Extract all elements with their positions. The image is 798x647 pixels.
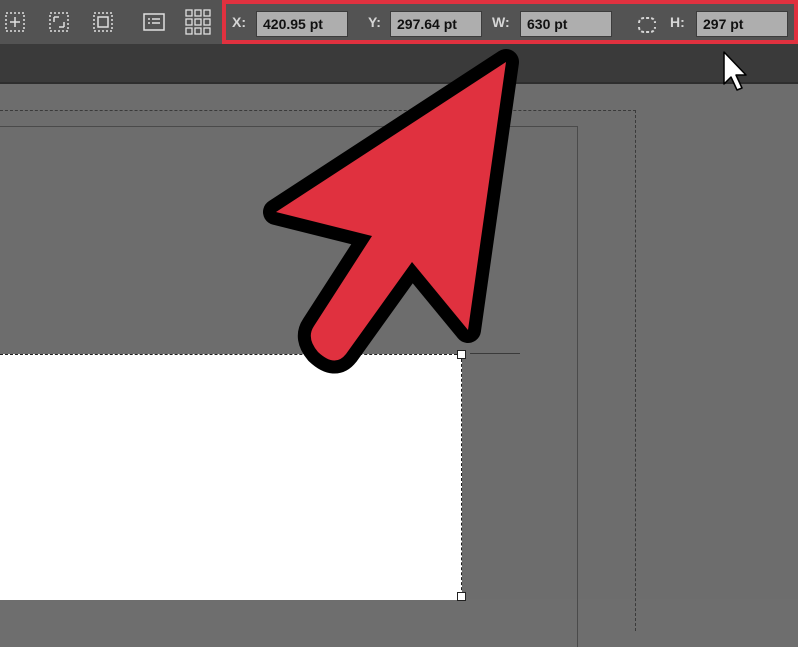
frame-fit-icon[interactable] — [88, 7, 118, 37]
list-icon[interactable] — [139, 7, 169, 37]
guide-line — [470, 353, 520, 354]
x-label: X: — [232, 14, 246, 30]
top-toolbar: X: 420.95 pt Y: 297.64 pt W: 630 pt H: 2… — [0, 0, 798, 44]
width-field[interactable]: 630 pt — [520, 11, 612, 37]
selected-page-frame[interactable] — [0, 354, 462, 600]
pasteboard-canvas[interactable] — [0, 84, 798, 647]
transform-controls: X: 420.95 pt Y: 297.64 pt W: 630 pt H: 2… — [222, 0, 798, 44]
height-field[interactable]: 297 pt — [696, 11, 788, 37]
y-label: Y: — [368, 14, 381, 30]
grid-icon[interactable] — [183, 7, 213, 37]
align-corner-icon[interactable] — [44, 7, 74, 37]
add-frame-icon[interactable] — [0, 7, 30, 37]
x-position-field[interactable]: 420.95 pt — [256, 11, 348, 37]
w-label: W: — [492, 14, 510, 30]
h-label: H: — [670, 14, 685, 30]
resize-handle-top-right[interactable] — [457, 350, 466, 359]
y-position-field[interactable]: 297.64 pt — [390, 11, 482, 37]
document-tab-bar — [0, 44, 798, 84]
resize-handle-right[interactable] — [457, 592, 466, 601]
link-proportions-icon[interactable] — [634, 12, 660, 38]
